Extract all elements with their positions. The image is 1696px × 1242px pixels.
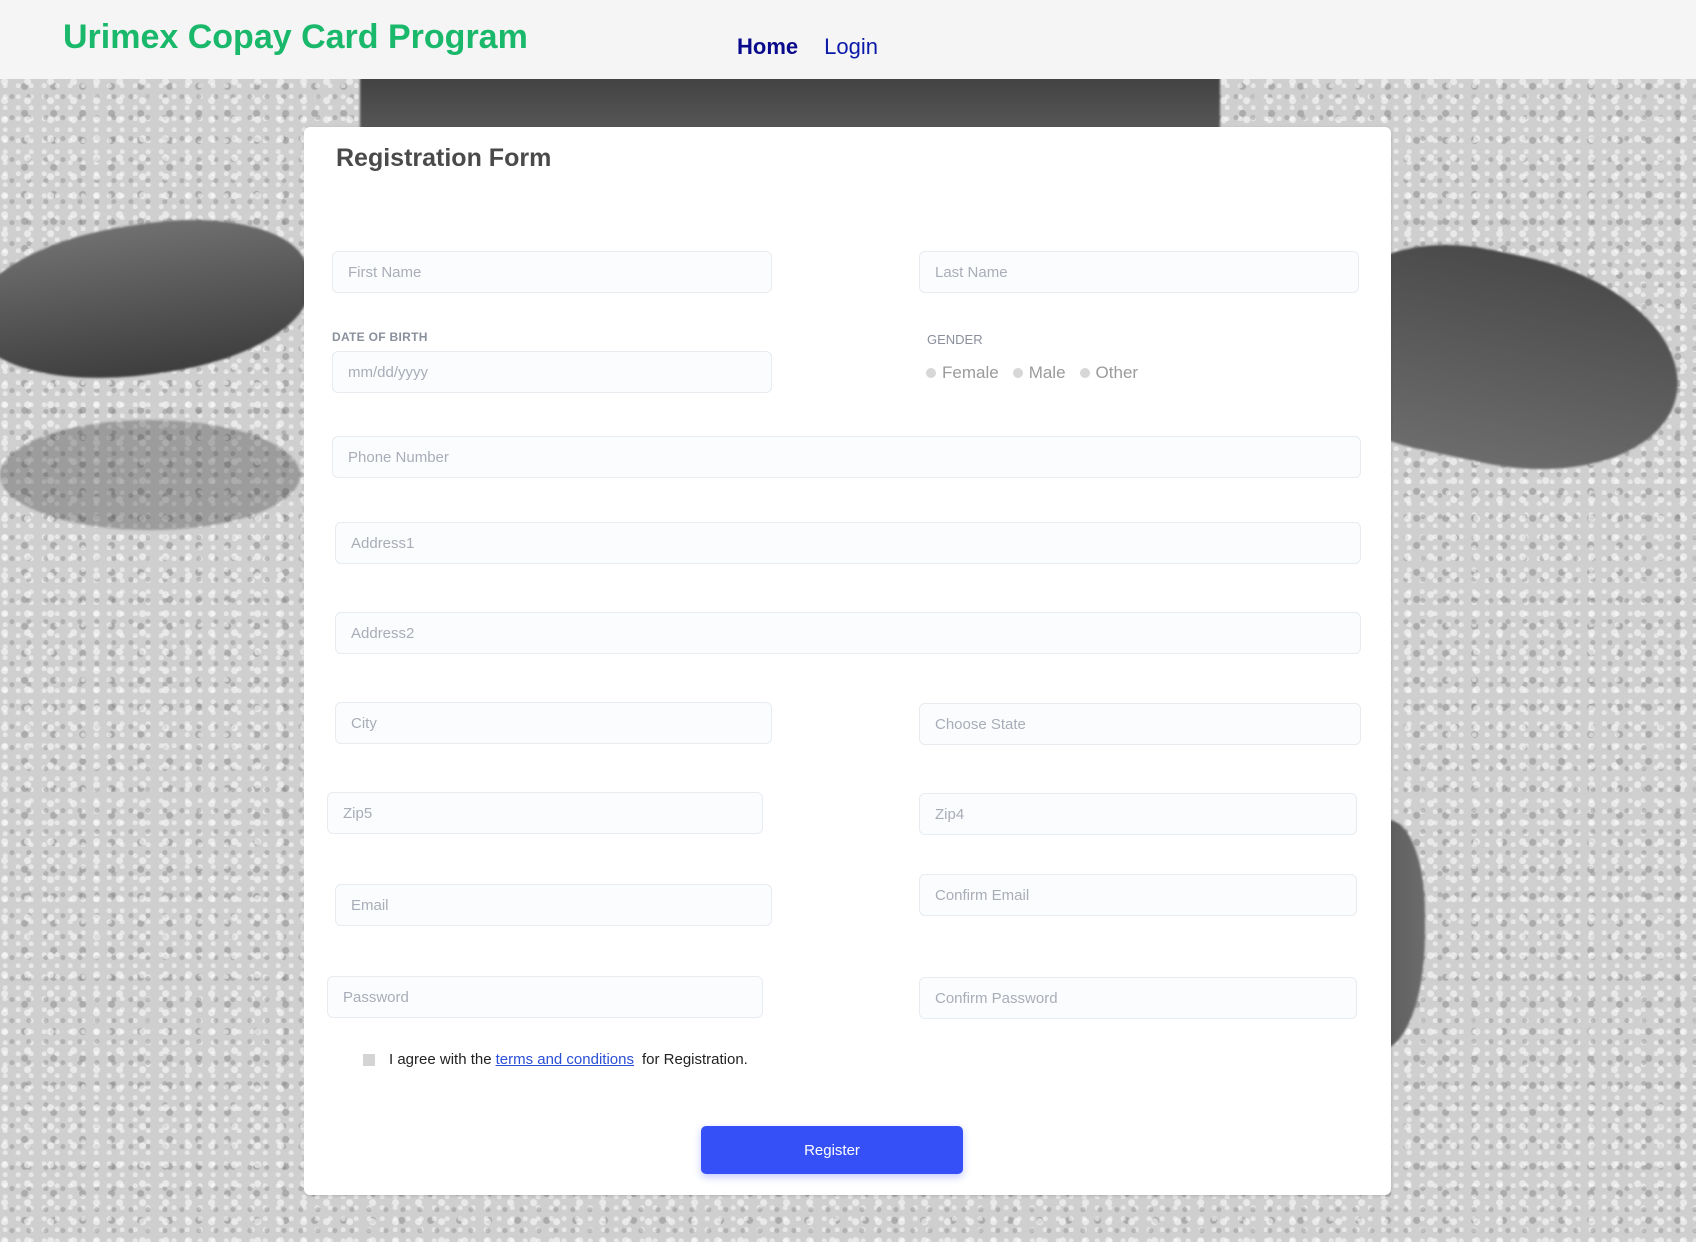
terms-row: I agree with the terms and conditions fo…	[363, 1051, 748, 1068]
terms-link[interactable]: terms and conditions	[496, 1051, 634, 1068]
password-input[interactable]	[327, 976, 763, 1018]
radio-circle-icon[interactable]	[1012, 368, 1023, 378]
gender-male-label: Male	[1028, 363, 1066, 382]
state-select[interactable]	[919, 703, 1361, 745]
zip5-input[interactable]	[327, 792, 763, 834]
dob-input[interactable]	[332, 351, 772, 393]
first-name-input[interactable]	[332, 251, 772, 293]
radio-circle-icon[interactable]	[1079, 368, 1090, 378]
address1-input[interactable]	[335, 522, 1361, 564]
dob-label: DATE OF BIRTH	[332, 330, 428, 344]
last-name-input[interactable]	[919, 251, 1359, 293]
background-finger-left	[0, 202, 319, 398]
gender-other-radio[interactable]: Other	[1079, 363, 1139, 383]
address2-input[interactable]	[335, 612, 1361, 654]
gender-male-radio[interactable]: Male	[1012, 363, 1066, 383]
brand-title: Urimex Copay Card Program	[63, 18, 528, 56]
gender-female-radio[interactable]: Female	[926, 363, 999, 383]
email-input[interactable]	[335, 884, 772, 926]
nav-home-link[interactable]: Home	[737, 34, 798, 60]
top-header: Urimex Copay Card Program Home Login	[0, 0, 1696, 79]
background-shadow	[0, 420, 300, 530]
register-button[interactable]: Register	[701, 1126, 963, 1174]
zip4-input[interactable]	[919, 793, 1357, 835]
gender-radio-group: Female Male Other	[926, 363, 1138, 383]
terms-prefix-text: I agree with the	[389, 1051, 492, 1068]
terms-checkbox[interactable]	[363, 1053, 375, 1066]
gender-female-label: Female	[942, 363, 999, 382]
phone-input[interactable]	[332, 436, 1361, 478]
nav-login-link[interactable]: Login	[824, 34, 878, 60]
gender-label: GENDER	[927, 332, 983, 347]
radio-circle-icon[interactable]	[926, 368, 936, 378]
gender-other-label: Other	[1095, 363, 1139, 382]
confirm-email-input[interactable]	[919, 874, 1357, 916]
main-nav: Home Login	[737, 34, 878, 60]
registration-card: Registration Form DATE OF BIRTH GENDER F…	[304, 127, 1391, 1195]
terms-suffix-text: for Registration.	[641, 1051, 748, 1068]
form-title: Registration Form	[336, 144, 552, 172]
city-input[interactable]	[335, 702, 772, 744]
confirm-password-input[interactable]	[919, 977, 1357, 1019]
